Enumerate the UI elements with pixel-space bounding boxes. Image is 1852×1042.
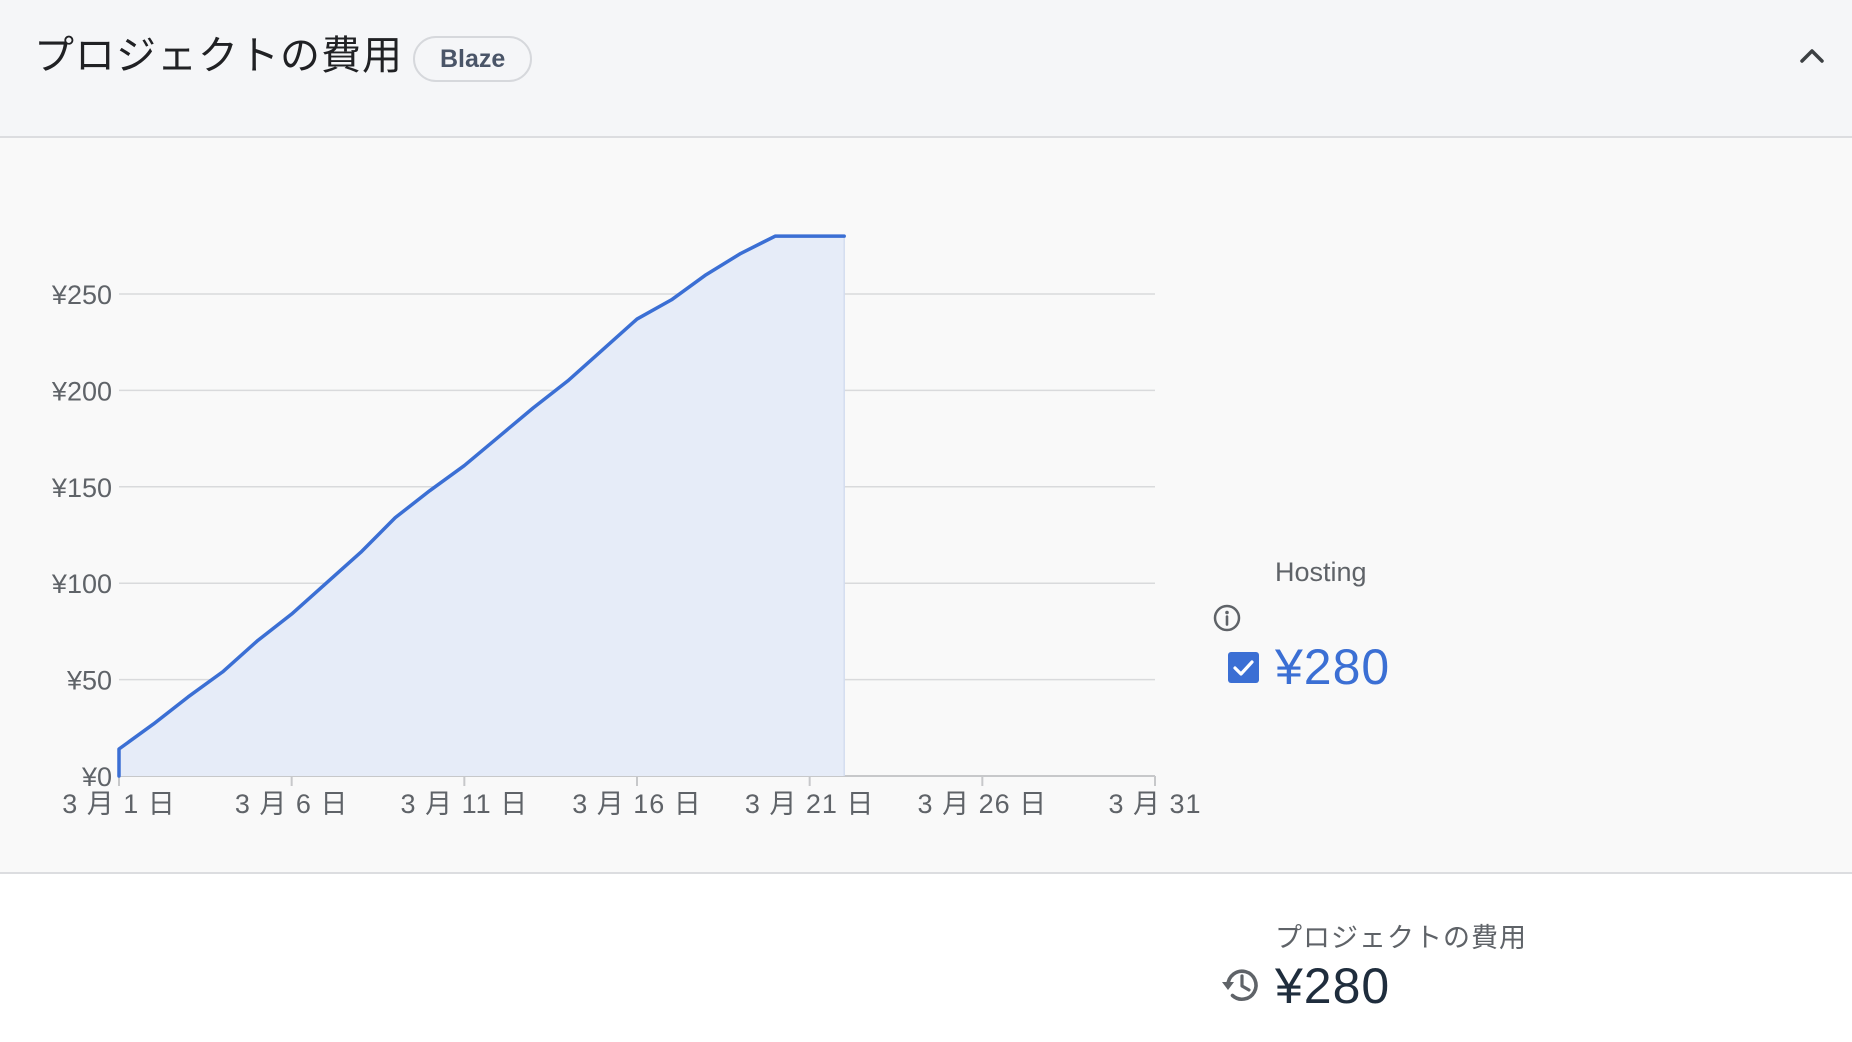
chart-panel: ¥0 ¥50 ¥100 ¥150 ¥200 ¥250 3 月 1 日 3 月 6 日 3 月 1… <box>0 138 1852 874</box>
x-tick-label: 3 月 26 日 <box>918 789 1048 819</box>
info-glyph <box>1213 604 1241 632</box>
checkmark-icon <box>1233 660 1254 676</box>
plan-badge: Blaze <box>413 36 533 82</box>
y-tick-label: ¥150 <box>51 473 112 503</box>
y-tick-label: ¥50 <box>66 666 112 696</box>
y-tick-label: ¥0 <box>81 762 112 792</box>
y-tick-label: ¥100 <box>51 569 112 599</box>
legend-series-label: Hosting <box>1275 557 1367 587</box>
total-value: ¥280 <box>1275 958 1391 1014</box>
page-title: プロジェクトの費用 <box>34 34 403 78</box>
history-icon <box>1219 963 1263 1007</box>
history-glyph <box>1222 969 1258 1001</box>
cost-chart: ¥0 ¥50 ¥100 ¥150 ¥200 ¥250 3 月 1 日 3 月 6 日 3 月 1… <box>51 234 1201 819</box>
x-tick-label: 3 月 16 日 <box>572 789 702 819</box>
total-label: プロジェクトの費用 <box>1275 923 1527 953</box>
legend-value: ¥280 <box>1275 639 1391 695</box>
x-tick-label: 3 月 11 日 <box>401 789 529 819</box>
x-tick-label: 3 月 6 日 <box>235 789 349 819</box>
series-area <box>119 236 845 776</box>
info-icon[interactable] <box>1212 603 1242 633</box>
cost-header: プロジェクトの費用 Blaze <box>0 0 1852 138</box>
chevron-up-icon <box>1800 49 1824 63</box>
legend-checkbox[interactable] <box>1228 652 1259 683</box>
y-tick-label: ¥250 <box>51 280 112 310</box>
x-tick-label: 3 月 21 日 <box>745 789 875 819</box>
y-tick-label: ¥200 <box>51 376 112 406</box>
collapse-button[interactable] <box>1792 36 1832 76</box>
x-tick-label: 3 月 31 <box>1108 789 1201 819</box>
x-tick-label: 3 月 1 日 <box>62 789 176 819</box>
